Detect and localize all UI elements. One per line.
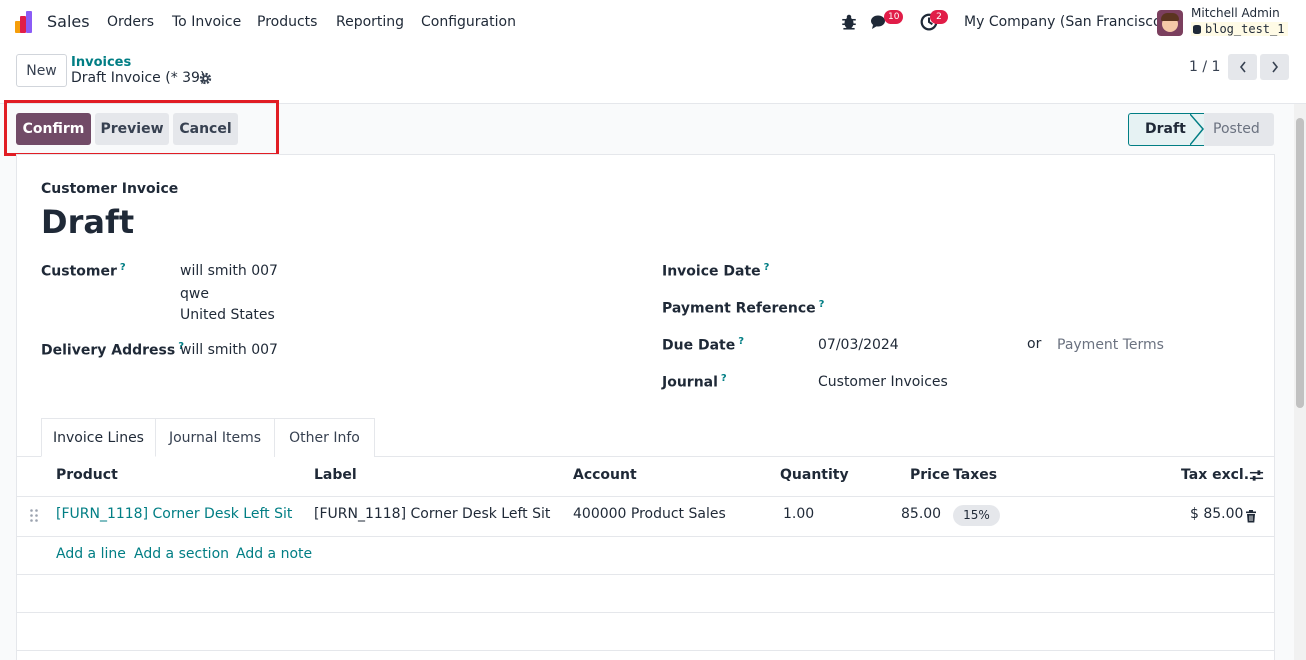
gear-icon[interactable] bbox=[199, 72, 212, 85]
database-name: blog_test_1 bbox=[1191, 22, 1289, 36]
debug-bug-icon[interactable] bbox=[840, 13, 858, 31]
messages-count-badge: 10 bbox=[884, 10, 904, 24]
payment-reference-label: Payment Reference? bbox=[662, 299, 825, 317]
top-navbar: Sales Orders To Invoice Products Reporti… bbox=[0, 0, 1306, 46]
tab-journal-items[interactable]: Journal Items bbox=[155, 418, 275, 457]
empty-row-divider bbox=[16, 612, 1275, 613]
empty-row-divider bbox=[16, 574, 1275, 575]
line-quantity[interactable]: 1.00 bbox=[783, 506, 814, 522]
database-icon bbox=[1193, 25, 1201, 34]
page-scrollbar[interactable] bbox=[1294, 104, 1306, 660]
document-name: Draft bbox=[41, 203, 135, 241]
column-tax-excl[interactable]: Tax excl. bbox=[1181, 467, 1249, 483]
chevron-left-icon bbox=[1239, 61, 1246, 73]
line-subtotal: $ 85.00 bbox=[1190, 506, 1244, 522]
activities-count-badge: 2 bbox=[930, 10, 948, 24]
help-tooltip-icon[interactable]: ? bbox=[819, 299, 825, 310]
stage-posted[interactable]: Posted bbox=[1204, 113, 1274, 146]
menu-to-invoice[interactable]: To Invoice bbox=[172, 14, 241, 30]
line-product[interactable]: [FURN_1118] Corner Desk Left Sit bbox=[56, 506, 292, 522]
tab-invoice-lines[interactable]: Invoice Lines bbox=[41, 418, 156, 457]
trash-icon[interactable] bbox=[1245, 510, 1257, 523]
pager-value[interactable]: 1 / 1 bbox=[1189, 59, 1220, 75]
or-text: or bbox=[1027, 336, 1042, 352]
pager-previous-button[interactable] bbox=[1228, 54, 1257, 80]
customer-name[interactable]: will smith 007 bbox=[180, 263, 278, 279]
help-tooltip-icon[interactable]: ? bbox=[738, 336, 744, 347]
help-tooltip-icon[interactable]: ? bbox=[721, 373, 727, 384]
user-avatar[interactable] bbox=[1157, 10, 1183, 36]
tab-other-info[interactable]: Other Info bbox=[274, 418, 375, 457]
line-label[interactable]: [FURN_1118] Corner Desk Left Sit bbox=[314, 506, 550, 522]
empty-row-divider bbox=[16, 650, 1275, 651]
journal-label: Journal? bbox=[662, 373, 727, 391]
control-panel: New Invoices Draft Invoice (* 39) 1 / 1 bbox=[0, 46, 1306, 104]
column-product[interactable]: Product bbox=[56, 467, 118, 483]
payment-terms-field[interactable]: Payment Terms bbox=[1057, 337, 1164, 353]
help-tooltip-icon[interactable]: ? bbox=[764, 262, 770, 273]
column-label[interactable]: Label bbox=[314, 467, 357, 483]
add-line-link[interactable]: Add a line bbox=[56, 546, 126, 562]
line-price[interactable]: 85.00 bbox=[901, 506, 941, 522]
help-tooltip-icon[interactable]: ? bbox=[120, 262, 126, 273]
breadcrumb-current: Draft Invoice (* 39) bbox=[71, 70, 206, 86]
invoice-date-label: Invoice Date? bbox=[662, 262, 770, 280]
highlight-box bbox=[4, 100, 279, 156]
drag-handle-icon[interactable] bbox=[29, 508, 39, 523]
sales-app-icon[interactable] bbox=[15, 11, 37, 33]
column-quantity[interactable]: Quantity bbox=[780, 467, 849, 483]
chevron-right-icon bbox=[1271, 61, 1278, 73]
customer-country: United States bbox=[180, 307, 275, 323]
pager-next-button[interactable] bbox=[1260, 54, 1289, 80]
menu-configuration[interactable]: Configuration bbox=[421, 14, 516, 30]
breadcrumb-invoices[interactable]: Invoices bbox=[71, 55, 131, 70]
app-name[interactable]: Sales bbox=[47, 12, 90, 31]
due-date-label: Due Date? bbox=[662, 336, 745, 354]
delivery-address-field[interactable]: will smith 007 bbox=[180, 342, 278, 358]
journal-field[interactable]: Customer Invoices bbox=[818, 374, 948, 390]
column-account[interactable]: Account bbox=[573, 467, 637, 483]
column-price[interactable]: Price bbox=[910, 467, 950, 483]
delivery-address-label: Delivery Address? bbox=[41, 341, 184, 359]
document-type: Customer Invoice bbox=[41, 181, 179, 197]
menu-reporting[interactable]: Reporting bbox=[336, 14, 404, 30]
menu-orders[interactable]: Orders bbox=[107, 14, 154, 30]
header-divider bbox=[16, 496, 1275, 497]
form-sheet bbox=[16, 154, 1275, 660]
optional-columns-icon[interactable] bbox=[1249, 468, 1264, 483]
stage-arrow-fill bbox=[1189, 114, 1202, 145]
new-button[interactable]: New bbox=[16, 54, 67, 87]
add-note-link[interactable]: Add a note bbox=[236, 546, 312, 562]
column-taxes[interactable]: Taxes bbox=[953, 467, 997, 483]
database-label: blog_test_1 bbox=[1205, 22, 1285, 36]
user-name[interactable]: Mitchell Admin bbox=[1191, 6, 1280, 20]
row-divider bbox=[16, 536, 1275, 537]
customer-address-line: qwe bbox=[180, 286, 209, 302]
menu-products[interactable]: Products bbox=[257, 14, 317, 30]
add-section-link[interactable]: Add a section bbox=[134, 546, 229, 562]
customer-label: Customer? bbox=[41, 262, 126, 280]
tax-tag[interactable]: 15% bbox=[953, 505, 1000, 526]
due-date-field[interactable]: 07/03/2024 bbox=[818, 337, 899, 353]
company-switcher[interactable]: My Company (San Francisco) bbox=[964, 14, 1167, 30]
line-account[interactable]: 400000 Product Sales bbox=[573, 506, 726, 522]
